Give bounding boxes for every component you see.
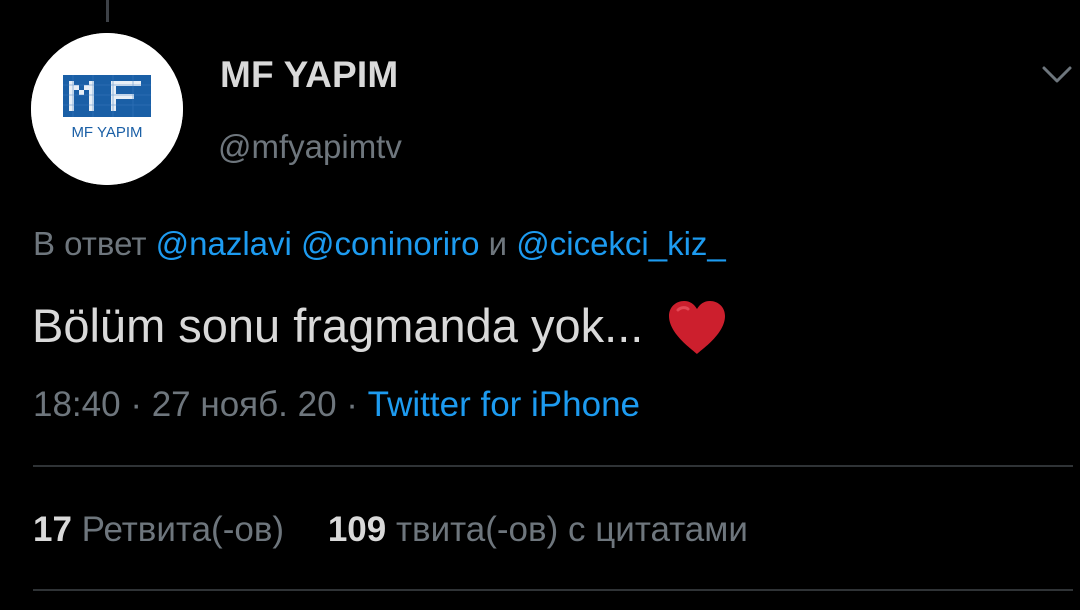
tweet-text: Bölüm sonu fragmanda yok...: [32, 298, 644, 352]
author-username[interactable]: @mfyapimtv: [218, 128, 402, 166]
quotes-count: 109: [327, 510, 387, 549]
retweets-label: Ретвита(-ов): [81, 510, 285, 549]
chevron-down-icon[interactable]: [1040, 60, 1074, 88]
meta-separator: ·: [130, 385, 142, 424]
avatar[interactable]: MF YAPIM: [31, 33, 183, 185]
reply-conjunction: и: [488, 225, 508, 262]
reply-context: В ответ @nazlavi @coninoriro и @cicekci_…: [33, 225, 726, 263]
tweet-source-link[interactable]: Twitter for iPhone: [368, 385, 640, 424]
tweet-stats: 17 Ретвита(-ов) 109 твита(-ов) с цитатам…: [33, 510, 782, 550]
heart-icon: [669, 301, 726, 354]
mention-link[interactable]: @coninoriro: [301, 225, 479, 262]
author-display-name[interactable]: MF YAPIM: [220, 54, 398, 96]
tweet-date[interactable]: 27 нояб. 20: [152, 385, 337, 424]
divider: [33, 589, 1073, 591]
retweets-count: 17: [33, 510, 72, 549]
thread-connector-line: [106, 0, 109, 22]
meta-separator: ·: [346, 385, 358, 424]
retweets-stat[interactable]: 17 Ретвита(-ов): [33, 510, 294, 549]
tweet-text-container: Bölüm sonu fragmanda yok...: [32, 296, 729, 354]
logo-text: MF YAPIM: [71, 124, 142, 141]
reply-prefix: В ответ: [33, 225, 147, 262]
divider: [33, 465, 1073, 467]
quotes-label: твита(-ов) с цитатами: [395, 510, 748, 549]
tweet-metadata: 18:40 · 27 нояб. 20 · Twitter for iPhone: [33, 385, 640, 425]
tweet-time[interactable]: 18:40: [33, 385, 121, 424]
quotes-stat[interactable]: 109 твита(-ов) с цитатами: [328, 510, 748, 549]
mention-link[interactable]: @nazlavi: [156, 225, 292, 262]
mf-yapim-logo: MF YAPIM: [31, 33, 183, 185]
mention-link[interactable]: @cicekci_kiz_: [516, 225, 726, 262]
